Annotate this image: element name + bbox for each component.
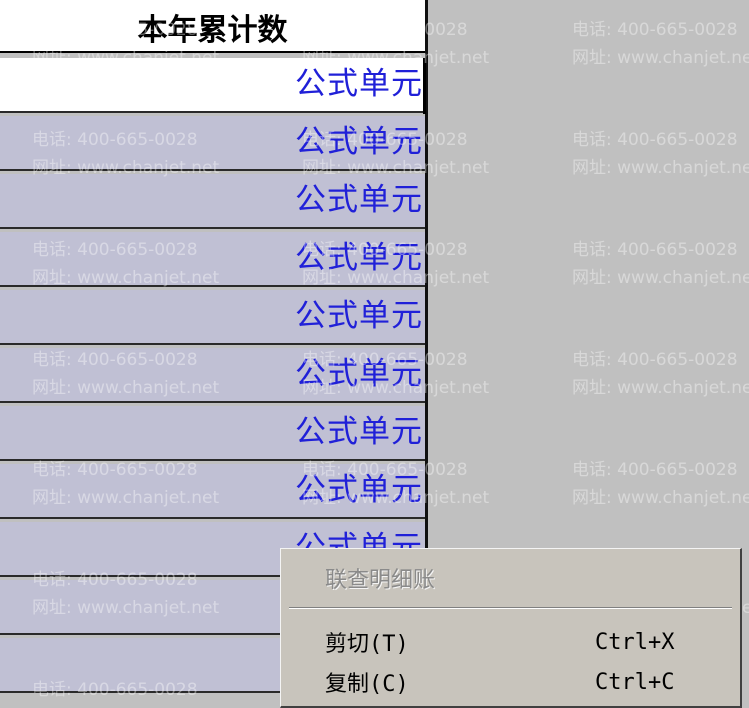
menu-item-copy[interactable]: 复制(C) Ctrl+C — [281, 663, 740, 701]
cell-text: 公式单元 — [295, 66, 423, 102]
watermark: 电话: 400-665-0028 网址: www.chanjet.net — [572, 456, 749, 512]
cell-text: 公式单元 — [295, 298, 423, 334]
watermark: 电话: 400-665-0028 网址: www.chanjet.net — [572, 236, 749, 292]
context-menu: 联查明细账 剪切(T) Ctrl+X 复制(C) Ctrl+C — [280, 548, 742, 708]
menu-item-label: 联查明细账 — [325, 568, 436, 593]
watermark: 电话: 400-665-0028 网址: www.chanjet.net — [572, 126, 749, 182]
watermark-phone: 电话: 400-665-0028 — [572, 20, 738, 40]
cell-text: 公式单元 — [295, 356, 423, 392]
watermark-site: 网址: www.chanjet.net — [572, 48, 749, 68]
cell-text: 公式单元 — [295, 124, 423, 160]
watermark-phone: 电话: 400-665-0028 — [572, 240, 738, 260]
formula-cell[interactable]: 公式单元 — [0, 464, 425, 519]
formula-cell[interactable]: 公式单元 — [0, 290, 425, 345]
watermark-site: 网址: www.chanjet.net — [572, 268, 749, 288]
menu-item-shortcut: Ctrl+X — [595, 629, 675, 655]
cell-cursor — [423, 58, 426, 114]
watermark: 电话: 400-665-0028 网址: www.chanjet.net — [572, 16, 749, 72]
formula-cell[interactable]: 公式单元 — [0, 348, 425, 403]
watermark-site: 网址: www.chanjet.net — [572, 378, 749, 398]
formula-cell[interactable]: 公式单元 — [0, 406, 425, 461]
menu-item-drilldown-ledger[interactable]: 联查明细账 — [281, 559, 740, 597]
cell-text: 公式单元 — [295, 240, 423, 276]
watermark-site: 网址: www.chanjet.net — [572, 488, 749, 508]
formula-cell[interactable]: 公式单元 — [0, 232, 425, 287]
formula-cell[interactable]: 公式单元 — [0, 174, 425, 229]
cell-text: 公式单元 — [295, 182, 423, 218]
formula-cell[interactable]: 公式单元 — [0, 116, 425, 171]
menu-item-cut[interactable]: 剪切(T) Ctrl+X — [281, 623, 740, 661]
watermark-phone: 电话: 400-665-0028 — [572, 460, 738, 480]
watermark-site: 网址: www.chanjet.net — [572, 158, 749, 178]
cell-text: 公式单元 — [295, 472, 423, 508]
watermark-phone: 电话: 400-665-0028 — [572, 350, 738, 370]
watermark-phone: 电话: 400-665-0028 — [572, 130, 738, 150]
menu-item-label: 复制(C) — [325, 672, 409, 697]
column-header-ytd[interactable]: 本年累计数 — [0, 0, 425, 53]
menu-item-label: 剪切(T) — [325, 632, 409, 657]
watermark: 电话: 400-665-0028 网址: www.chanjet.net — [572, 346, 749, 402]
formula-cell[interactable]: 公式单元 — [0, 58, 425, 113]
cell-text: 公式单元 — [295, 414, 423, 450]
menu-item-shortcut: Ctrl+C — [595, 669, 675, 695]
menu-separator — [289, 607, 732, 609]
